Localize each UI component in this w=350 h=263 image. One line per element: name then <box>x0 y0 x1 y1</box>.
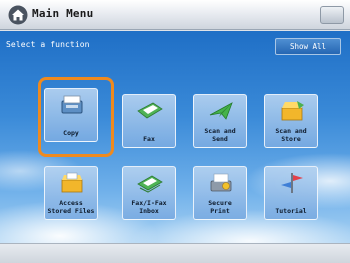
function-tutorial[interactable]: Tutorial <box>264 166 318 220</box>
function-fax-inbox[interactable]: Fax/I-Fax Inbox <box>122 166 176 220</box>
function-scan-and-send[interactable]: Scan and Send <box>193 94 247 148</box>
corner-button[interactable] <box>320 6 344 24</box>
window-title: Main Menu <box>32 7 94 20</box>
fax-inbox-icon <box>137 175 163 193</box>
tutorial-icon <box>281 173 303 193</box>
title-bar: Main Menu <box>0 0 350 30</box>
function-secure-print[interactable]: Secure Print <box>193 166 247 220</box>
function-copy[interactable]: Copy <box>44 88 98 142</box>
function-label: Copy <box>63 128 79 137</box>
function-label: Secure Print <box>208 199 232 215</box>
stored-files-icon <box>61 172 83 193</box>
home-icon <box>8 5 28 25</box>
show-all-button[interactable]: Show All <box>275 38 341 55</box>
function-label: Access Stored Files <box>47 199 95 215</box>
status-strip <box>0 243 350 263</box>
main-menu-screen: Main Menu Select a function Show All Cop… <box>0 0 350 263</box>
function-fax[interactable]: Fax <box>122 94 176 148</box>
function-label: Fax <box>143 134 155 143</box>
copy-icon <box>61 95 83 114</box>
function-label: Scan and Send <box>204 127 236 143</box>
function-scan-and-store[interactable]: Scan and Store <box>264 94 318 148</box>
scan-send-icon <box>209 102 233 120</box>
function-label: Tutorial <box>275 206 307 215</box>
fax-icon <box>137 102 163 119</box>
scan-store-icon <box>281 101 304 121</box>
function-label: Scan and Store <box>275 127 307 143</box>
secure-print-icon <box>210 173 232 192</box>
function-label: Fax/I-Fax Inbox <box>131 199 167 215</box>
function-access-stored-files[interactable]: Access Stored Files <box>44 166 98 220</box>
select-function-prompt: Select a function <box>6 40 90 49</box>
